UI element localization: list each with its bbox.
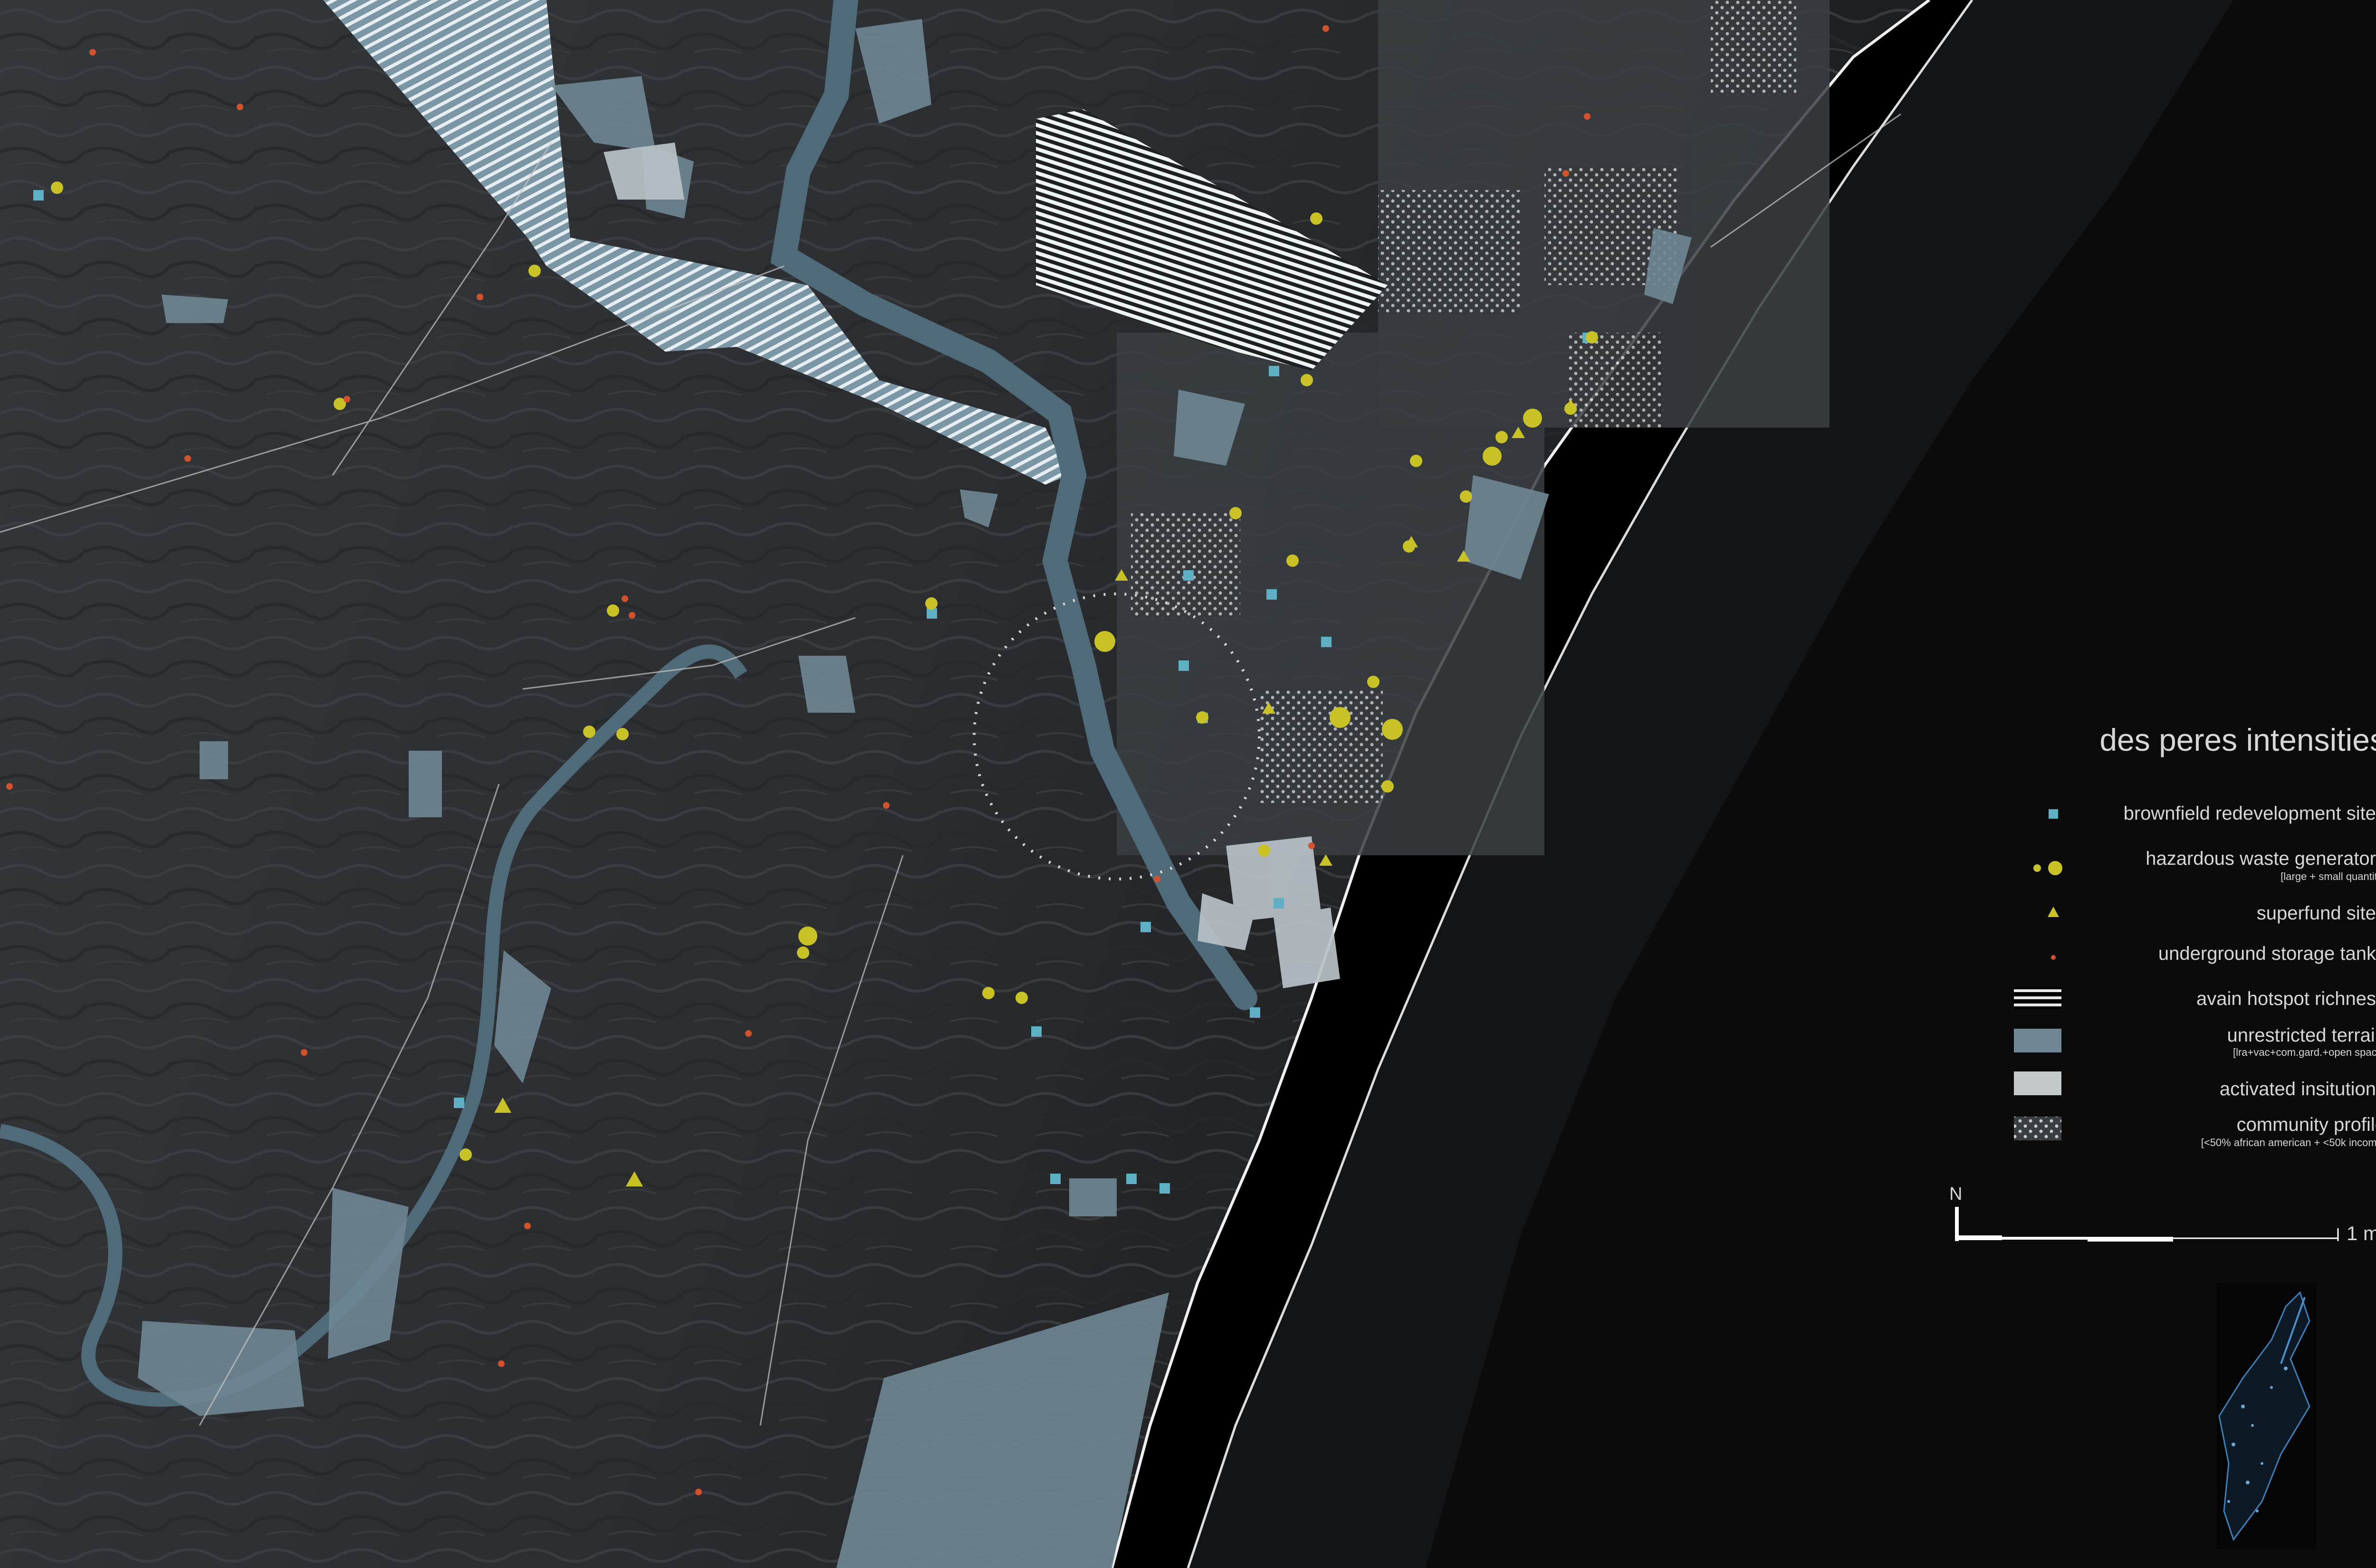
brownfield-square-icon — [1250, 1007, 1260, 1018]
legend-terrain-swatch — [2014, 1029, 2061, 1052]
brownfield-square-icon — [1140, 922, 1151, 932]
tank-dot-icon — [1322, 25, 1329, 32]
hazardous-circle-icon — [1094, 631, 1115, 652]
legend-title: des peres intensities — [2099, 722, 2376, 757]
brownfield-square-icon — [1126, 1174, 1137, 1184]
tank-dot-icon — [498, 1360, 505, 1367]
tank-dot-icon — [883, 802, 890, 809]
map-canvas: des peres intensities brownfield redevel… — [0, 0, 2376, 1568]
legend-tank-dot-icon — [2051, 955, 2056, 960]
brownfield-square-icon — [1183, 570, 1194, 581]
hazardous-circle-icon — [1301, 374, 1313, 386]
brownfield-square-icon — [1274, 898, 1284, 908]
legend-hazardous-large-circle-icon — [2048, 861, 2062, 875]
legend-item-sublabel: [large + small quantity] — [2280, 870, 2376, 882]
legend-hazardous-small-circle-icon — [2033, 864, 2041, 872]
hazardous-circle-icon — [1460, 490, 1472, 503]
brownfield-square-icon — [927, 608, 937, 619]
locator-inset-map — [2217, 1283, 2317, 1549]
hazardous-circle-icon — [925, 597, 938, 610]
tank-dot-icon — [524, 1223, 531, 1229]
hazardous-circle-icon — [1330, 707, 1351, 728]
tank-dot-icon — [237, 104, 243, 110]
tank-dot-icon — [89, 49, 96, 56]
tank-dot-icon — [695, 1489, 702, 1495]
hazardous-circle-icon — [1016, 992, 1028, 1004]
legend-item-label: unrestricted terrain — [2227, 1025, 2376, 1046]
hazardous-circle-icon — [1382, 719, 1403, 740]
legend-item-label: underground storage tanks — [2158, 943, 2376, 964]
legend-item-label: avain hotspot richness — [2196, 988, 2376, 1009]
hazardous-circle-icon — [1523, 409, 1542, 428]
tank-dot-icon — [745, 1030, 752, 1037]
brownfield-square-icon — [1031, 1026, 1042, 1037]
hazardous-circle-icon — [460, 1148, 472, 1161]
brownfield-square-icon — [1269, 366, 1279, 376]
brownfield-square-icon — [1159, 1183, 1170, 1194]
legend-item-label: community profile — [2237, 1114, 2376, 1135]
legend-item-sublabel: [<50% african american + <50k income] — [2201, 1137, 2376, 1148]
legend-item-label: superfund sites — [2257, 903, 2376, 924]
tank-dot-icon — [1308, 842, 1315, 849]
tank-dot-icon — [1154, 876, 1160, 882]
legend-institution-swatch — [2014, 1071, 2061, 1095]
hazardous-circle-icon — [1586, 331, 1598, 344]
legend-avian-hatch-swatch — [2014, 987, 2061, 1009]
brownfield-square-icon — [1178, 660, 1189, 671]
hazardous-circle-icon — [1258, 844, 1270, 857]
legend-brownfield-square-icon — [2049, 809, 2058, 819]
hazardous-circle-icon — [616, 728, 629, 740]
legend-community-dot-swatch — [2014, 1117, 2061, 1140]
hazardous-circle-icon — [1381, 780, 1394, 793]
brownfield-square-icon — [1266, 589, 1277, 600]
brownfield-square-icon — [33, 190, 44, 201]
hazardous-circle-icon — [798, 927, 817, 946]
hazardous-circle-icon — [1196, 711, 1208, 724]
tank-dot-icon — [629, 612, 635, 619]
tank-dot-icon — [477, 294, 483, 300]
tank-dot-icon — [1584, 113, 1590, 120]
legend-item-label: activated insitutions — [2220, 1079, 2376, 1100]
hazardous-circle-icon — [1310, 212, 1322, 225]
brownfield-square-icon — [454, 1098, 464, 1108]
scale-label: 1 mi — [2347, 1222, 2376, 1244]
tank-dot-icon — [301, 1049, 307, 1056]
tank-dot-icon — [1562, 170, 1569, 177]
brownfield-square-icon — [1321, 637, 1332, 647]
hazardous-circle-icon — [982, 987, 995, 999]
tank-dot-icon — [6, 783, 13, 790]
hazardous-circle-icon — [528, 265, 541, 277]
tank-dot-icon — [622, 595, 628, 602]
brownfield-square-icon — [1050, 1174, 1061, 1184]
hazardous-circle-icon — [1410, 455, 1422, 467]
hazardous-circle-icon — [607, 604, 619, 617]
legend-item-label: brownfield redevelopment sites — [2124, 803, 2376, 824]
legend-item-label: hazardous waste generators — [2146, 848, 2376, 869]
hazardous-circle-icon — [1495, 431, 1508, 443]
hazardous-circle-icon — [1367, 676, 1380, 688]
tank-dot-icon — [184, 455, 191, 462]
north-label: N — [1949, 1184, 1962, 1204]
tank-dot-icon — [344, 396, 350, 402]
hazardous-circle-icon — [583, 726, 595, 738]
hazardous-circle-icon — [797, 947, 809, 959]
hazardous-circle-icon — [1229, 507, 1242, 519]
hazardous-circle-icon — [51, 182, 63, 194]
legend-item-sublabel: [lra+vac+com.gard.+open space] — [2233, 1046, 2376, 1058]
hazardous-circle-icon — [1483, 447, 1502, 466]
hazardous-circle-icon — [1286, 555, 1299, 567]
